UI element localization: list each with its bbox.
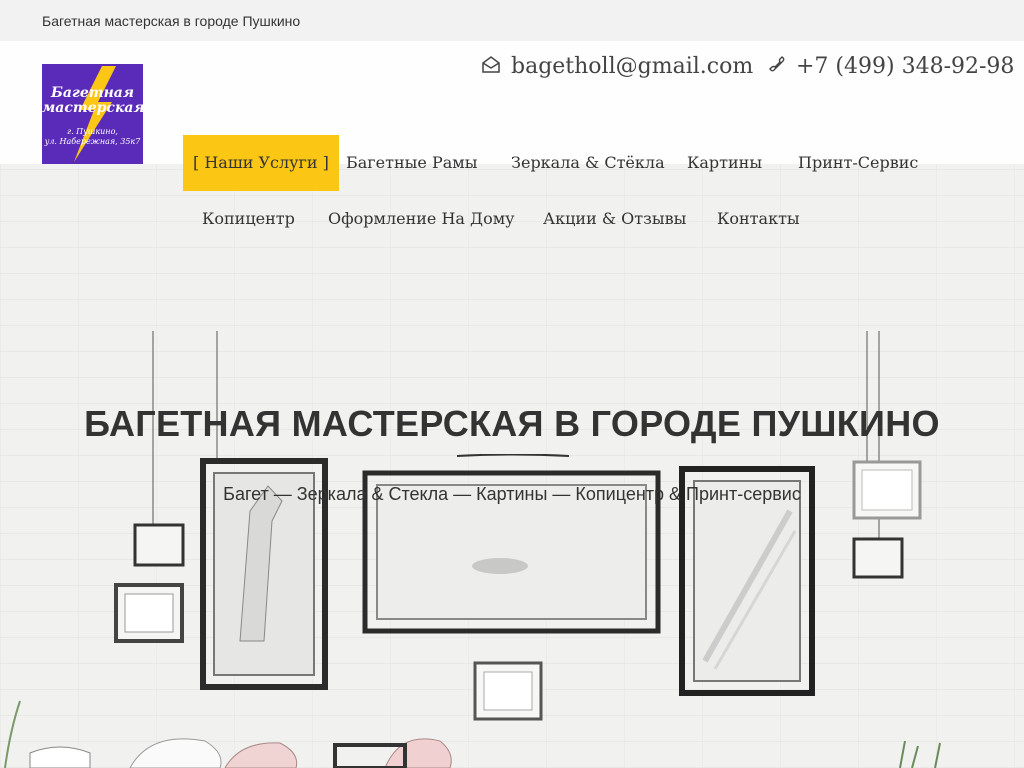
nav-item-promos[interactable]: Акции & Отзывы	[543, 191, 686, 247]
nav-item-mirrors[interactable]: Зеркала & Стёкла	[511, 135, 665, 191]
hero-section: Багетная мастерская г. Пушкино, ул. Набе…	[0, 41, 1024, 768]
nav-item-home-service[interactable]: Оформление На Дому	[328, 191, 515, 247]
nav-item-contacts[interactable]: Контакты	[717, 191, 800, 247]
nav-item-frames[interactable]: Багетные Рамы	[346, 135, 477, 191]
envelope-icon	[481, 53, 501, 81]
nav-item-services[interactable]: [ Наши Услуги ]	[183, 135, 339, 191]
nav-item-copycenter[interactable]: Копицентр	[202, 191, 295, 247]
phone-icon	[768, 53, 786, 81]
logo-line1: Багетная	[50, 85, 135, 101]
phone-text: +7 (499) 348-92-98	[796, 54, 1015, 79]
main-nav-row1: [ Наши Услуги ] Багетные Рамы Зеркала & …	[0, 135, 1024, 191]
title-divider	[457, 454, 569, 457]
phone-link[interactable]: +7 (499) 348-92-98	[768, 53, 1014, 81]
email-link[interactable]: bagetholl@gmail.com	[481, 53, 753, 81]
logo-line2: мастерская	[42, 100, 143, 116]
nav-item-paintings[interactable]: Картины	[687, 135, 762, 191]
hero-subtitle: Багет — Зеркала & Стекла — Картины — Коп…	[223, 484, 801, 504]
hero-title: БАГЕТНАЯ МАСТЕРСКАЯ В ГОРОДЕ ПУШКИНО	[84, 403, 940, 444]
site-title: Багетная мастерская в городе Пушкино	[42, 13, 301, 29]
nav-item-print[interactable]: Принт-Сервис	[798, 135, 918, 191]
main-nav-row2: Копицентр Оформление На Дому Акции & Отз…	[0, 191, 1024, 247]
email-text: bagetholl@gmail.com	[511, 54, 754, 79]
top-bar: Багетная мастерская в городе Пушкино	[0, 0, 1024, 41]
